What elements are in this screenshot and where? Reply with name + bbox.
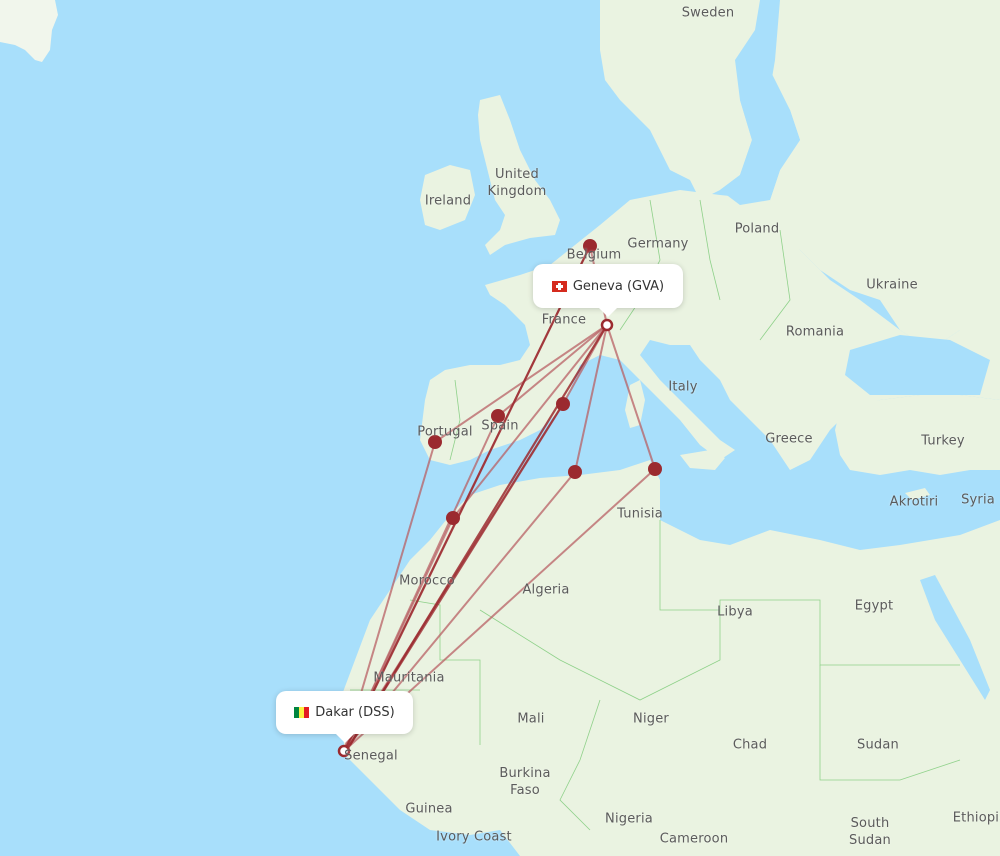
stopover-marker-tunis[interactable]: [648, 462, 662, 476]
land-africa: [340, 460, 1000, 856]
country-label-spain: Spain: [481, 418, 519, 434]
stopover-marker-algiers[interactable]: [568, 465, 582, 479]
country-label-belgium: Belgium: [566, 247, 622, 263]
country-label-united-kingdom: United Kingdom: [487, 167, 547, 199]
country-label-egypt: Egypt: [854, 598, 894, 614]
country-label-morocco: Morocco: [399, 573, 455, 589]
land-turkey: [835, 395, 1000, 475]
land-greenland: [0, 0, 58, 62]
switzerland-flag-icon: [551, 280, 567, 292]
country-label-nigeria: Nigeria: [605, 811, 653, 827]
land-scandinavia: [600, 0, 760, 200]
route-map[interactable]: Sweden United Kingdom Ireland Germany Poland…: [0, 0, 1000, 856]
country-label-turkey: Turkey: [921, 433, 965, 449]
country-label-germany: Germany: [627, 236, 689, 252]
country-label-burkina-faso: Burkina Faso: [499, 766, 551, 798]
country-label-romania: Romania: [785, 324, 845, 340]
stopover-marker-barcelona[interactable]: [556, 397, 570, 411]
origin-airport-marker[interactable]: [600, 318, 614, 332]
country-label-ukraine: Ukraine: [866, 277, 918, 293]
country-label-greece: Greece: [765, 431, 813, 447]
country-label-akrotiri: Akrotiri: [889, 494, 939, 510]
country-label-chad: Chad: [732, 737, 768, 753]
destination-airport-label: Dakar (DSS): [315, 705, 395, 720]
stopover-marker-casablanca[interactable]: [446, 511, 460, 525]
country-label-senegal: Senegal: [344, 748, 398, 764]
country-label-portugal: Portugal: [417, 424, 473, 440]
country-label-south-sudan: South Sudan: [849, 816, 891, 848]
country-label-sudan: Sudan: [857, 737, 899, 753]
country-label-mali: Mali: [517, 711, 545, 727]
country-label-ivory-coast: Ivory Coast: [436, 829, 512, 845]
country-label-poland: Poland: [734, 221, 780, 237]
country-label-libya: Libya: [717, 604, 753, 620]
country-label-syria: Syria: [961, 492, 995, 508]
origin-popup[interactable]: Geneva (GVA): [533, 264, 683, 317]
origin-airport-label: Geneva (GVA): [572, 278, 665, 294]
country-label-italy: Italy: [668, 379, 698, 395]
country-label-ireland: Ireland: [424, 193, 472, 209]
country-label-algeria: Algeria: [522, 582, 570, 598]
destination-popup[interactable]: Dakar (DSS): [276, 691, 413, 743]
senegal-flag-icon: [294, 707, 310, 718]
country-label-niger: Niger: [633, 711, 669, 727]
country-label-cameroon: Cameroon: [659, 831, 729, 847]
country-label-france: France: [541, 312, 587, 328]
country-label-mauritania: Mauritania: [373, 670, 445, 686]
country-label-tunisia: Tunisia: [617, 506, 663, 522]
country-label-sweden: Sweden: [681, 5, 735, 21]
country-label-ethiopia: Ethiopia: [952, 810, 1000, 826]
country-label-guinea: Guinea: [405, 801, 453, 817]
